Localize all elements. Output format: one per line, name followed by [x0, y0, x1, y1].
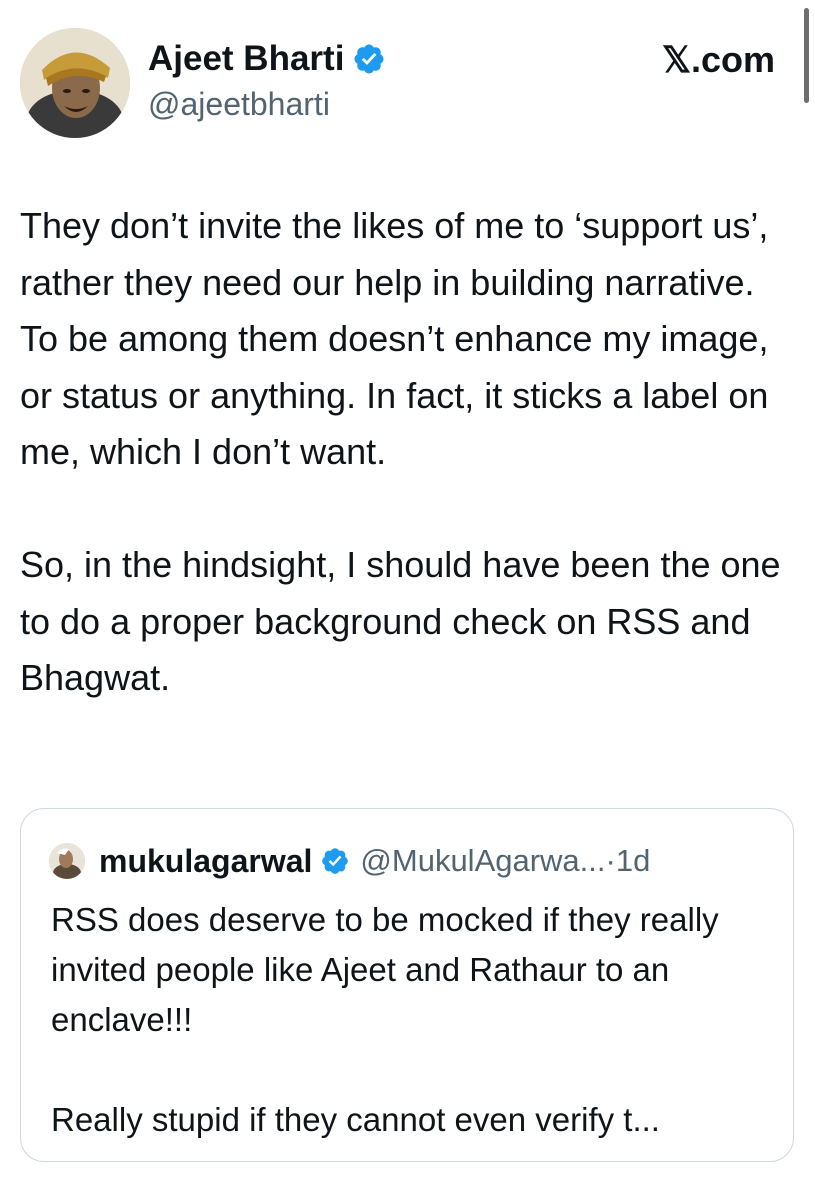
author-avatar[interactable] — [20, 28, 130, 138]
tweet-paragraph: They don’t invite the likes of me to ‘su… — [20, 205, 769, 472]
source-label: 𝕏.com — [661, 39, 775, 80]
scrollbar[interactable] — [804, 8, 809, 103]
quoted-tweet-body: RSS does deserve to be mocked if they re… — [51, 895, 771, 1145]
avatar-photo-icon — [20, 28, 130, 138]
quoted-time-separator: · — [605, 843, 616, 878]
verified-badge-icon — [322, 848, 349, 874]
quoted-author-handle[interactable]: @MukulAgarwa... — [360, 841, 605, 881]
quoted-paragraph: Really stupid if they cannot even verify… — [51, 1101, 660, 1138]
quoted-paragraph: RSS does deserve to be mocked if they re… — [51, 901, 719, 1038]
verified-badge-icon — [354, 44, 384, 74]
quoted-tweet-header: mukulagarwal @MukulAgarwa... · 1d — [49, 841, 650, 881]
avatar-photo-icon — [49, 843, 85, 879]
author-handle[interactable]: @ajeetbharti — [148, 84, 330, 124]
tweet-body: They don’t invite the likes of me to ‘su… — [20, 198, 800, 707]
quoted-timestamp[interactable]: 1d — [616, 841, 650, 881]
tweet-paragraph: So, in the hindsight, I should have been… — [20, 544, 781, 698]
quoted-author-name[interactable]: mukulagarwal — [99, 841, 312, 881]
author-name[interactable]: Ajeet Bharti — [148, 38, 386, 80]
author-name-text[interactable]: Ajeet Bharti — [148, 38, 344, 80]
quoted-author-avatar[interactable] — [49, 843, 85, 879]
quoted-tweet[interactable]: mukulagarwal @MukulAgarwa... · 1d RSS do… — [20, 808, 794, 1162]
